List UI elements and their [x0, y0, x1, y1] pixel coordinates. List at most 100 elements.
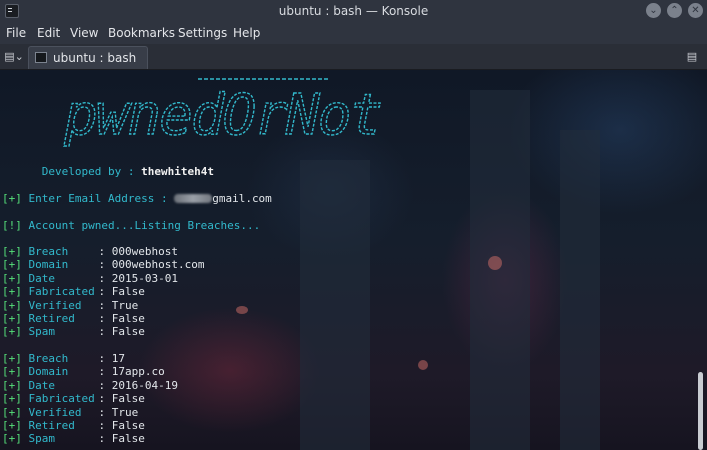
status-tag: [+]	[2, 192, 22, 205]
field-separator: :	[98, 432, 106, 446]
field-value: False	[111, 312, 145, 325]
field-separator: :	[98, 325, 106, 339]
status-tag: [!]	[2, 219, 22, 232]
field-key: Retired	[28, 419, 75, 432]
status-tag: [+]	[2, 378, 22, 392]
breach-field-row: [+] Verified: True	[2, 406, 138, 419]
field-value: False	[111, 432, 145, 446]
field-value: 17app.co	[111, 365, 165, 379]
field-value: True	[111, 405, 139, 419]
breach-field-row: [+] Retired: False	[2, 419, 145, 432]
background-light	[488, 256, 502, 270]
field-key: Fabricated	[28, 392, 95, 406]
breach-field-row: [+] Domain: 17app.co	[2, 365, 165, 378]
maximize-icon[interactable]: ⌃	[667, 3, 682, 18]
field-value: False	[111, 325, 145, 339]
field-separator: :	[98, 258, 106, 272]
tab-label: ubuntu : bash	[53, 51, 137, 65]
banner-text: pwnedOrNot	[63, 83, 381, 148]
status-tag: [+]	[2, 312, 22, 325]
breach-field-row: [+] Verified: True	[2, 299, 138, 312]
field-value: 000webhost.com	[111, 258, 205, 272]
background-light	[418, 360, 428, 370]
field-separator: :	[98, 352, 106, 365]
field-value: 2016-04-19	[111, 378, 178, 392]
field-separator: :	[98, 312, 106, 325]
email-prompt-line: [+] Enter Email Address : gmail.com	[2, 192, 272, 205]
redacted-email	[174, 194, 213, 203]
status-tag: [+]	[2, 365, 22, 379]
status-tag: [+]	[2, 405, 22, 419]
field-separator: :	[98, 419, 106, 432]
field-separator: :	[98, 271, 106, 285]
field-value: 17	[111, 352, 125, 365]
breach-field-row: [+] Spam: False	[2, 432, 145, 445]
breach-field-row: [+] Spam: False	[2, 325, 145, 338]
developed-label: Developed by :	[41, 165, 135, 178]
status-tag: [+]	[2, 325, 22, 339]
field-key: Spam	[28, 325, 56, 339]
field-key: Verified	[28, 405, 82, 419]
background-building	[470, 90, 530, 450]
status-tag: [+]	[2, 352, 22, 365]
field-key: Fabricated	[28, 285, 95, 299]
breach-field-row: [+] Domain: 000webhost.com	[2, 258, 204, 271]
background-light	[236, 306, 248, 314]
developer-line: Developed by : thewhiteh4t	[2, 165, 214, 178]
developer-name: thewhiteh4t	[141, 165, 214, 178]
field-value: 2015-03-01	[111, 271, 178, 285]
menu-view[interactable]: View	[70, 26, 98, 40]
menu-settings[interactable]: Settings	[178, 26, 227, 40]
field-separator: :	[98, 378, 106, 392]
field-separator: :	[98, 392, 106, 406]
breach-field-row: [+] Date: 2016-04-19	[2, 379, 178, 392]
field-value: 000webhost	[111, 245, 178, 258]
terminal-scrollbar[interactable]	[694, 70, 707, 450]
field-separator: :	[98, 405, 106, 419]
field-key: Retired	[28, 312, 75, 325]
terminal-tab-icon	[35, 52, 47, 63]
menu-edit[interactable]: Edit	[37, 26, 60, 40]
status-tag: [+]	[2, 245, 22, 258]
field-key: Date	[28, 271, 56, 285]
field-key: Breach	[28, 352, 69, 365]
new-tab-button[interactable]: ▤⌄	[2, 48, 26, 66]
pwnedornot-banner: pwnedOrNot	[62, 78, 384, 148]
tab-menu-icon[interactable]: ▤	[682, 49, 702, 65]
field-value: False	[111, 392, 145, 406]
menu-help[interactable]: Help	[233, 26, 260, 40]
status-tag: [+]	[2, 419, 22, 432]
pwned-message: Account pwned...Listing Breaches...	[28, 219, 261, 232]
status-tag: [+]	[2, 271, 22, 285]
status-tag: [+]	[2, 432, 22, 446]
tab-ubuntu-bash[interactable]: ubuntu : bash	[28, 46, 148, 69]
scrollbar-thumb[interactable]	[698, 372, 703, 450]
status-tag: [+]	[2, 285, 22, 299]
breach-field-row: [+] Retired: False	[2, 312, 145, 325]
tab-bar: ▤⌄ ubuntu : bash ▤	[0, 44, 707, 70]
status-tag: [+]	[2, 298, 22, 312]
breach-field-row: [+] Breach: 000webhost	[2, 245, 178, 258]
field-value: False	[111, 419, 145, 432]
menu-bookmarks[interactable]: Bookmarks	[108, 26, 175, 40]
close-icon[interactable]: ✕	[688, 3, 703, 18]
status-tag: [+]	[2, 392, 22, 406]
breach-field-row: [+] Breach: 17	[2, 352, 125, 365]
menu-file[interactable]: File	[6, 26, 26, 40]
breach-field-row: [+] Date: 2015-03-01	[2, 272, 178, 285]
field-separator: :	[98, 298, 106, 312]
field-key: Breach	[28, 245, 69, 258]
menu-bar: File Edit View Bookmarks Settings Help	[0, 22, 707, 44]
breach-field-row: [+] Fabricated: False	[2, 392, 145, 405]
email-domain: gmail.com	[212, 192, 272, 205]
field-value: False	[111, 285, 145, 299]
field-key: Domain	[28, 365, 69, 379]
field-key: Date	[28, 378, 56, 392]
breach-field-row: [+] Fabricated: False	[2, 285, 145, 298]
background-building	[300, 160, 370, 450]
window-title: ubuntu : bash — Konsole	[278, 4, 429, 18]
minimize-icon[interactable]: ⌄	[646, 3, 661, 18]
status-tag: [+]	[2, 258, 22, 272]
field-separator: :	[98, 285, 106, 299]
terminal-output[interactable]: pwnedOrNot Developed by : thewhiteh4t [+]…	[0, 70, 707, 450]
